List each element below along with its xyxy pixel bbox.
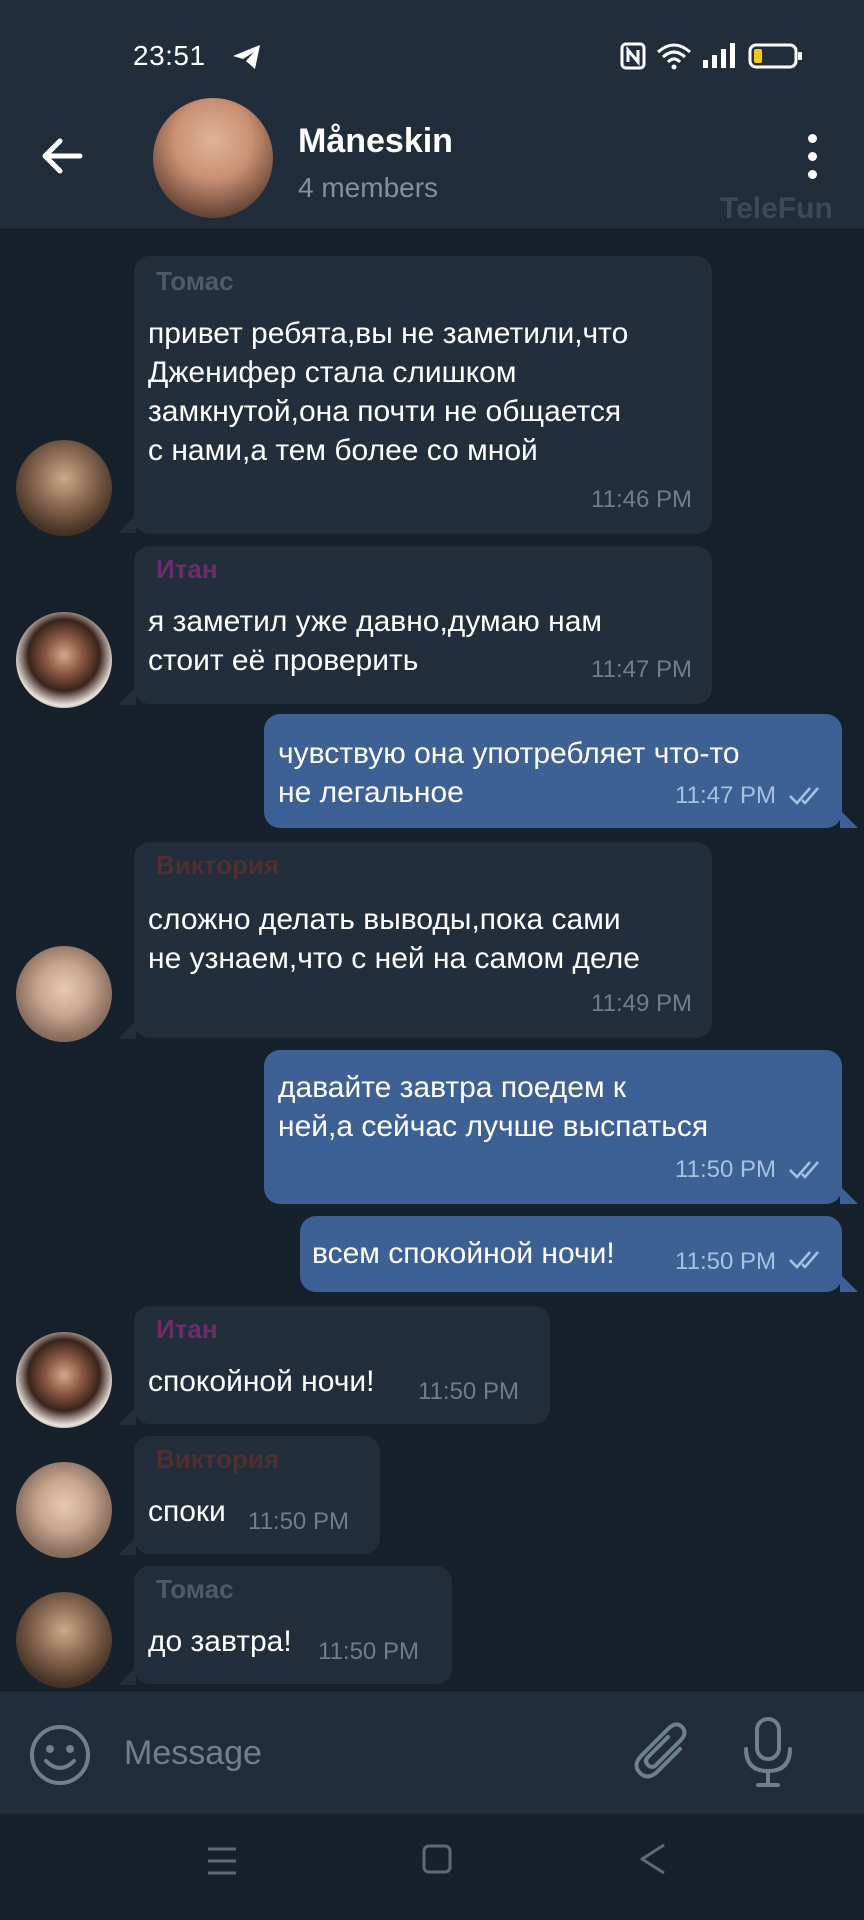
- status-time: 23:51: [133, 40, 206, 71]
- avatar[interactable]: [16, 1462, 112, 1558]
- home-icon[interactable]: [422, 1844, 452, 1874]
- message-text: привет ребята,вы не заметили,что Дженифе…: [148, 317, 629, 467]
- status-bar: 23:51: [0, 0, 864, 86]
- more-vertical-icon[interactable]: [792, 128, 832, 188]
- message-incoming[interactable]: Итан я заметил уже давно,думаю нам стоит…: [134, 546, 712, 704]
- telegram-notification-icon: [233, 45, 260, 69]
- wifi-icon: [657, 43, 691, 70]
- avatar[interactable]: [16, 612, 112, 708]
- watermark: TeleFun: [720, 192, 833, 225]
- group-avatar[interactable]: [153, 98, 273, 218]
- avatar[interactable]: [16, 1332, 112, 1428]
- message-sender: Итан: [156, 1314, 218, 1344]
- nfc-icon: [620, 42, 646, 70]
- paperclip-icon[interactable]: [630, 1719, 696, 1789]
- message-incoming[interactable]: Томас привет ребята,вы не заметили,что Д…: [134, 256, 712, 534]
- chat-title[interactable]: Måneskin: [298, 122, 453, 161]
- message-text: сложно делать выводы,пока сами не узнаем…: [148, 903, 640, 975]
- avatar[interactable]: [16, 946, 112, 1042]
- message-incoming[interactable]: Томас до завтра! 11:50 PM: [134, 1566, 452, 1684]
- message-text: я заметил уже давно,думаю нам стоит её п…: [148, 605, 602, 677]
- message-time: 11:47 PM: [591, 656, 692, 683]
- message-time: 11:50 PM: [675, 1248, 776, 1275]
- message-incoming[interactable]: Итан спокойной ночи! 11:50 PM: [134, 1306, 550, 1424]
- message-sender: Итан: [156, 554, 218, 584]
- message-time: 11:50 PM: [318, 1638, 419, 1665]
- chat-header: Måneskin 4 members TeleFun: [0, 86, 864, 230]
- message-outgoing[interactable]: всем спокойной ночи! 11:50 PM: [300, 1216, 842, 1292]
- message-outgoing[interactable]: чувствую она употребляет что-то не легал…: [264, 714, 842, 828]
- microphone-icon[interactable]: [740, 1715, 796, 1791]
- message-outgoing[interactable]: давайте завтра поедем к ней,а сейчас луч…: [264, 1050, 842, 1204]
- avatar[interactable]: [16, 1592, 112, 1688]
- message-sender: Виктория: [156, 1444, 280, 1474]
- message-incoming[interactable]: Виктория сложно делать выводы,пока сами …: [134, 842, 712, 1038]
- system-navigation-bar: [0, 1814, 864, 1920]
- recent-apps-icon[interactable]: [206, 1844, 238, 1878]
- message-text: спокойной ночи!: [148, 1365, 375, 1398]
- double-check-icon: [789, 1251, 819, 1269]
- signal-icon: [703, 43, 735, 68]
- double-check-icon: [789, 1161, 819, 1179]
- avatar[interactable]: [16, 440, 112, 536]
- message-time: 11:50 PM: [248, 1508, 349, 1535]
- message-sender: Томас: [156, 1574, 234, 1604]
- message-sender: Виктория: [156, 850, 280, 880]
- message-time: 11:47 PM: [675, 782, 776, 809]
- message-time: 11:49 PM: [591, 990, 692, 1017]
- battery-icon: [748, 43, 802, 69]
- bubble-tail: [840, 1186, 858, 1204]
- message-composer: [0, 1690, 864, 1814]
- message-input[interactable]: [124, 1725, 604, 1781]
- message-time: 11:46 PM: [591, 486, 692, 513]
- message-incoming[interactable]: Виктория споки 11:50 PM: [134, 1436, 380, 1554]
- double-check-icon: [789, 787, 819, 805]
- message-time: 11:50 PM: [418, 1378, 519, 1405]
- message-time: 11:50 PM: [675, 1156, 776, 1183]
- message-text: споки: [148, 1495, 226, 1528]
- message-sender: Томас: [156, 266, 234, 296]
- member-count: 4 members: [298, 172, 439, 203]
- smile-icon[interactable]: [28, 1723, 92, 1787]
- bubble-tail: [840, 810, 858, 828]
- bubble-tail: [840, 1274, 858, 1292]
- message-text: до завтра!: [148, 1625, 292, 1658]
- message-text: всем спокойной ночи!: [312, 1237, 615, 1270]
- back-triangle-icon[interactable]: [638, 1842, 668, 1876]
- arrow-left-icon[interactable]: [36, 128, 92, 184]
- status-icons: [620, 40, 804, 72]
- message-text: чувствую она употребляет что-то не легал…: [278, 737, 740, 809]
- message-text: давайте завтра поедем к ней,а сейчас луч…: [278, 1071, 709, 1143]
